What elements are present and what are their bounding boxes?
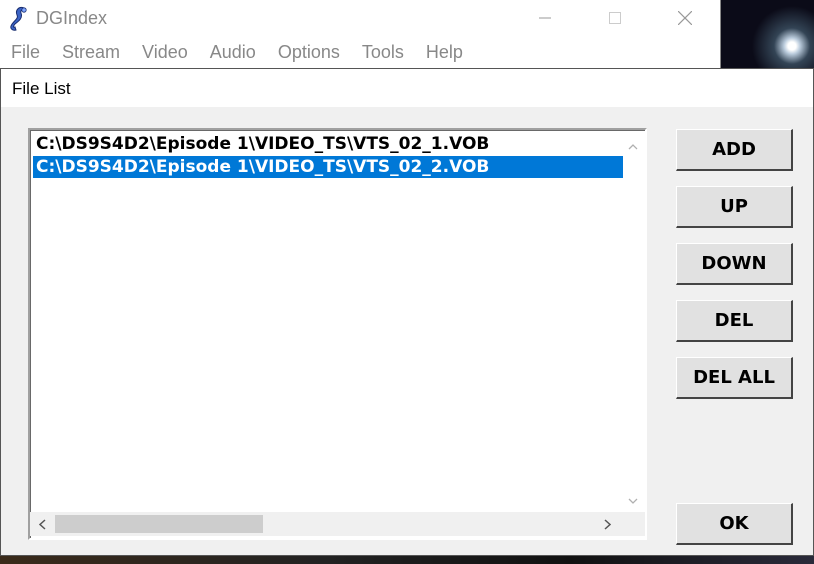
- horizontal-scrollbar[interactable]: [30, 512, 626, 536]
- dialog-title: File List: [12, 79, 71, 98]
- scrollbar-corner: [626, 512, 645, 536]
- menu-options[interactable]: Options: [267, 38, 351, 66]
- window-title: DGIndex: [36, 8, 108, 28]
- menu-audio[interactable]: Audio: [199, 38, 267, 66]
- minimize-button[interactable]: [510, 0, 580, 36]
- chevron-up-icon[interactable]: [624, 138, 642, 156]
- del-all-button[interactable]: DEL ALL: [676, 357, 793, 399]
- chevron-right-icon[interactable]: [598, 515, 616, 533]
- menu-bar: File Stream Video Audio Options Tools He…: [0, 38, 474, 66]
- desktop-background-bottom: [0, 556, 814, 564]
- horizontal-scroll-thumb[interactable]: [55, 515, 263, 533]
- desktop-background: [720, 0, 814, 70]
- menu-file[interactable]: File: [0, 38, 51, 66]
- menu-stream[interactable]: Stream: [51, 38, 131, 66]
- close-button[interactable]: [650, 0, 720, 36]
- dgindex-app-icon: [7, 6, 31, 32]
- dgindex-main-window: DGIndex File Stream Video Audio Options …: [0, 0, 721, 68]
- chevron-down-icon[interactable]: [624, 492, 642, 510]
- minimize-icon: [539, 17, 551, 19]
- del-button[interactable]: DEL: [676, 300, 793, 342]
- menu-help[interactable]: Help: [415, 38, 474, 66]
- file-list-item[interactable]: C:\DS9S4D2\Episode 1\VIDEO_TS\VTS_02_1.V…: [33, 133, 623, 155]
- down-button[interactable]: DOWN: [676, 243, 793, 285]
- add-button[interactable]: ADD: [676, 129, 793, 171]
- file-list-item-selected[interactable]: C:\DS9S4D2\Episode 1\VIDEO_TS\VTS_02_2.V…: [33, 156, 623, 178]
- menu-video[interactable]: Video: [131, 38, 199, 66]
- maximize-button[interactable]: [580, 0, 650, 36]
- title-bar: DGIndex: [0, 0, 720, 36]
- ok-button[interactable]: OK: [676, 503, 793, 545]
- maximize-icon: [609, 12, 621, 24]
- menu-tools[interactable]: Tools: [351, 38, 415, 66]
- chevron-left-icon[interactable]: [33, 515, 51, 533]
- close-icon: [678, 11, 692, 25]
- file-listbox[interactable]: C:\DS9S4D2\Episode 1\VIDEO_TS\VTS_02_1.V…: [28, 128, 647, 540]
- file-list-dialog: File List C:\DS9S4D2\Episode 1\VIDEO_TS\…: [0, 68, 814, 556]
- dialog-title-bar[interactable]: File List: [1, 69, 813, 107]
- up-button[interactable]: UP: [676, 186, 793, 228]
